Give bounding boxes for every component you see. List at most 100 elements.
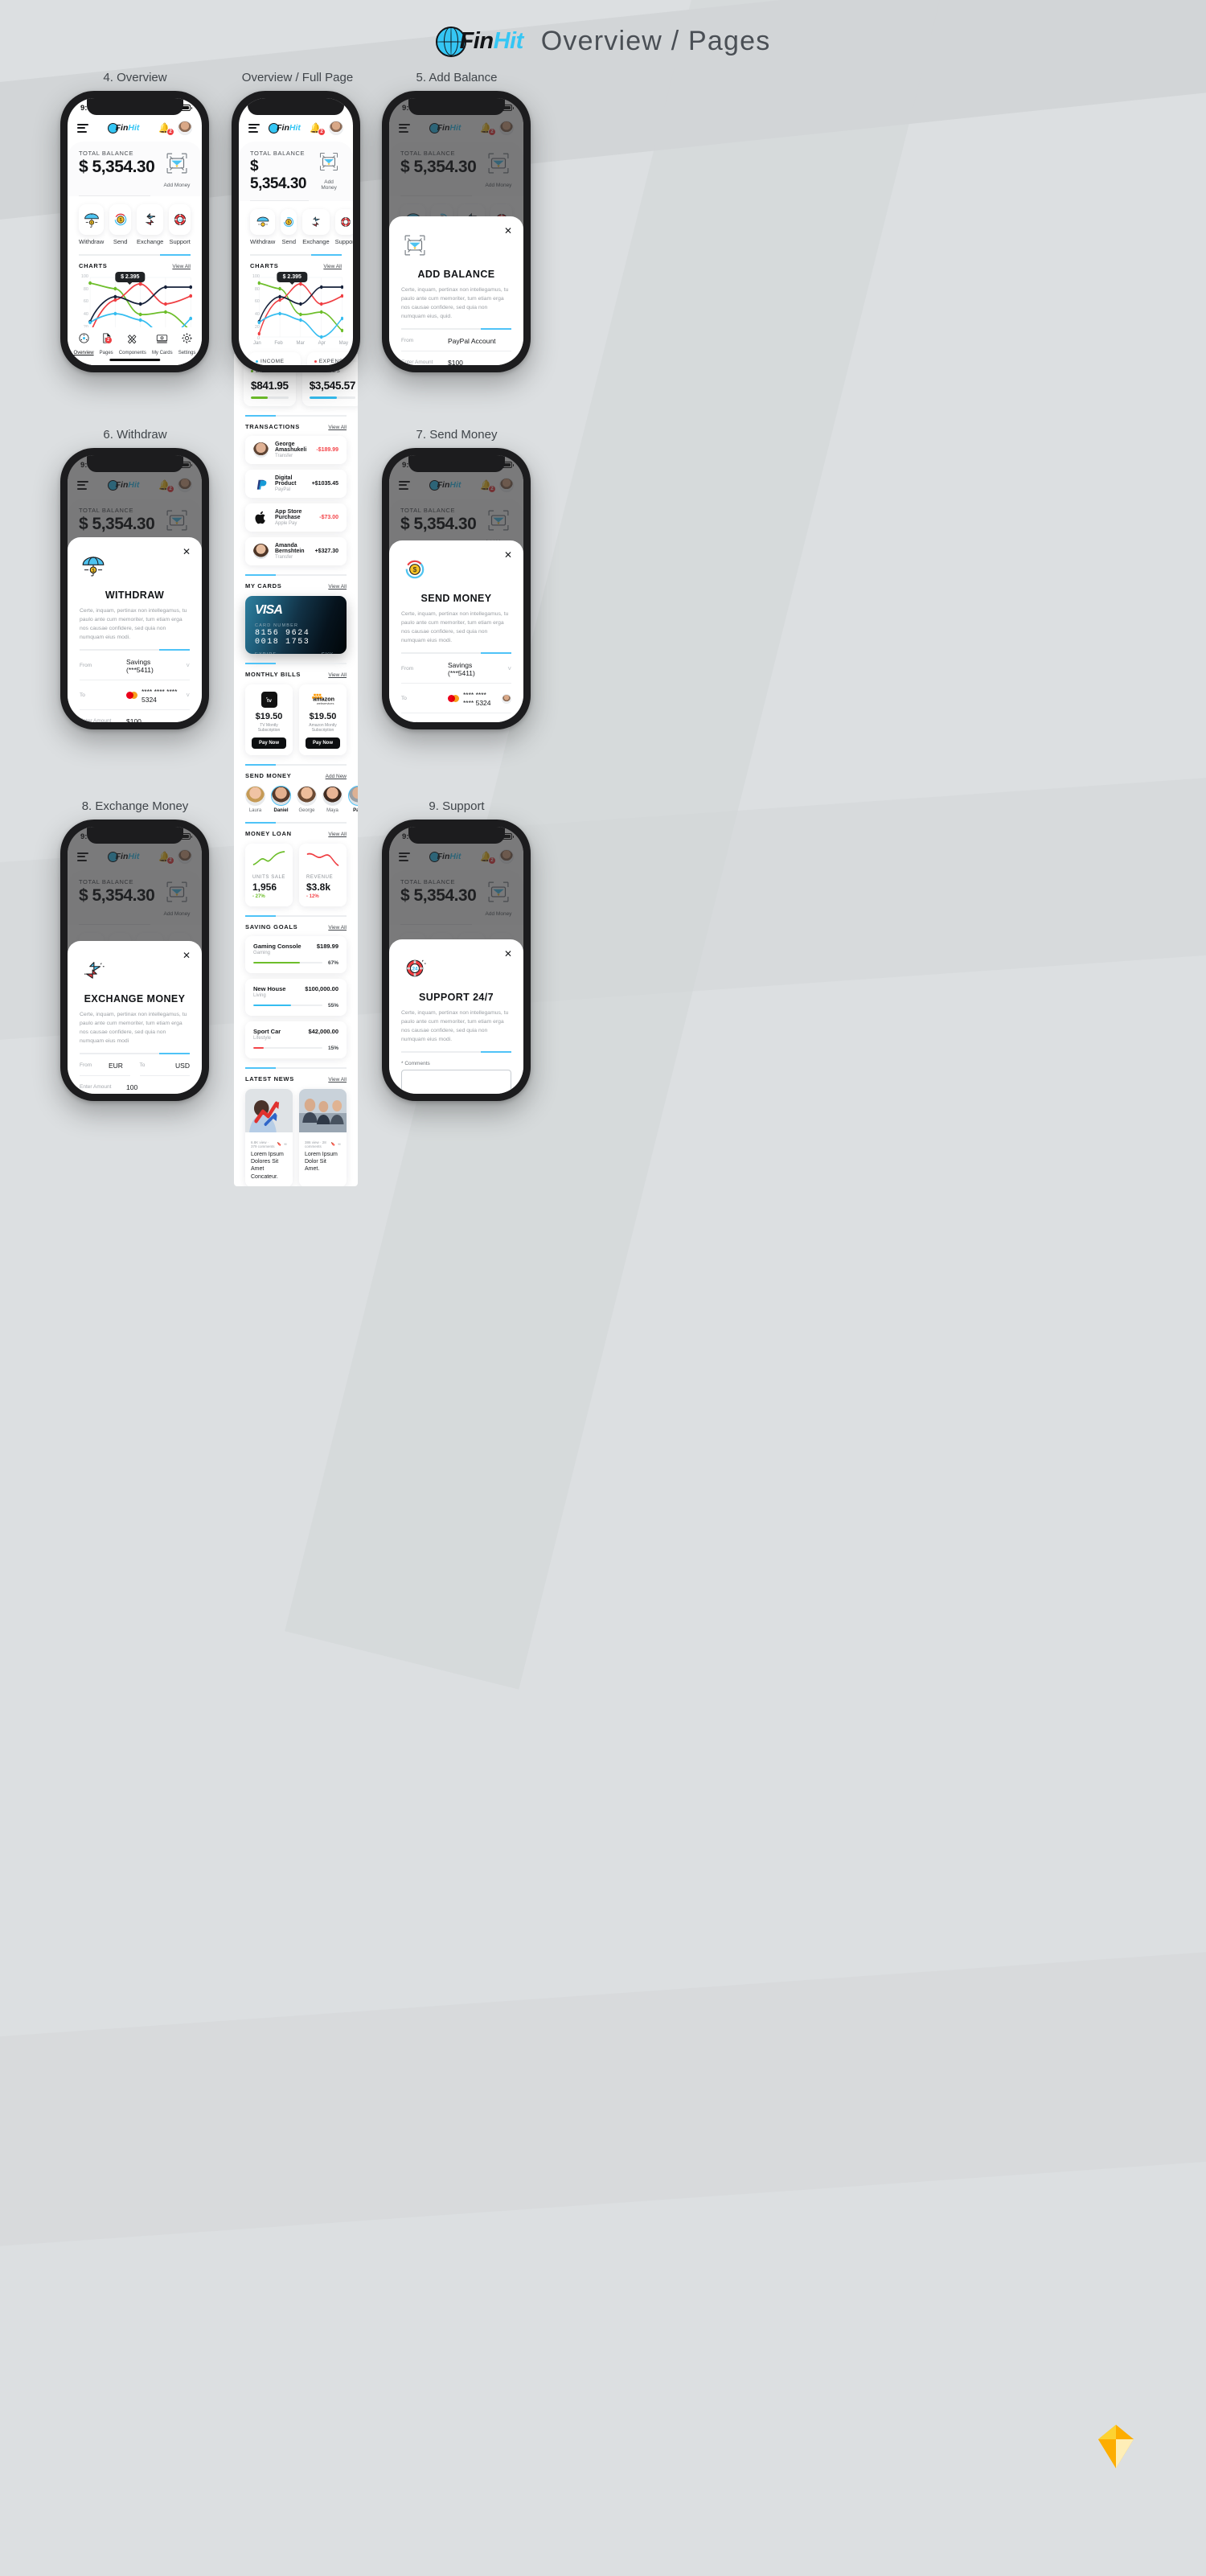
- bills-view-all-link[interactable]: View All: [328, 672, 347, 678]
- bookmark-icon[interactable]: 🔖: [277, 1142, 282, 1147]
- amount-field[interactable]: Enter Amount $100: [401, 351, 511, 365]
- home-indicator: [109, 359, 161, 361]
- quick-action-withdraw[interactable]: Withdraw: [250, 209, 276, 245]
- from-field[interactable]: From Savings (***5411) ˅: [401, 654, 511, 684]
- add-money-icon: [166, 153, 187, 174]
- list-item[interactable]: Sport Car Lifestyle $42,000.00 15%: [245, 1021, 347, 1058]
- notification-bell-icon[interactable]: 🔔 2: [310, 122, 326, 136]
- tx-amount: +$1035.45: [311, 480, 338, 487]
- chevron-down-icon[interactable]: ˅: [186, 662, 190, 669]
- close-icon[interactable]: ✕: [504, 949, 512, 959]
- section-rule: [250, 254, 342, 256]
- quick-action-support[interactable]: Support: [334, 209, 353, 245]
- add-money-button[interactable]: Add Money: [163, 150, 191, 188]
- mastercard-icon: [126, 692, 137, 700]
- share-icon[interactable]: ⇚: [338, 1142, 341, 1147]
- mycards-view-all-link[interactable]: View All: [328, 584, 347, 590]
- bill-card[interactable]: amazon webservices $19.50 Amazon Montly …: [299, 684, 347, 755]
- list-item[interactable]: Gaming Console Gaming $189.99 67%: [245, 935, 347, 973]
- avatar[interactable]: [177, 121, 192, 135]
- to-field[interactable]: To **** **** **** 5324 ˅: [80, 680, 190, 710]
- close-icon[interactable]: ✕: [183, 951, 191, 960]
- news-card[interactable]: 6.8K view · 379 comments 🔖 ⇚ Lorem Ipsum D…: [245, 1088, 293, 1186]
- chevron-down-icon[interactable]: ˅: [186, 692, 190, 699]
- nav-item-pages[interactable]: 2 Pages: [100, 332, 113, 355]
- stat-card-income[interactable]: INCOME $785.50: [248, 352, 301, 365]
- recipient-avatar[interactable]: [502, 693, 511, 704]
- notch: [248, 98, 344, 115]
- stat-card-expense[interactable]: EXPENSE $57.45: [306, 352, 353, 365]
- list-item[interactable]: Laura: [245, 785, 265, 813]
- avatar-woman-icon: [253, 543, 269, 559]
- to-value: **** **** **** 5324: [142, 687, 178, 704]
- to-currency-field[interactable]: To USD: [139, 1054, 190, 1076]
- credit-card[interactable]: VISA CARD NUMBER 8156 9624 0018 1753 EXP…: [245, 595, 347, 654]
- quick-action-support[interactable]: 24 Support: [169, 204, 191, 245]
- pay-now-button[interactable]: Pay Now: [252, 737, 286, 749]
- amount-field[interactable]: Enter Amount $100: [401, 713, 511, 722]
- table-row[interactable]: Digital Product PayPal +$1035.45: [245, 469, 347, 498]
- quick-action-exchange[interactable]: Exchange: [136, 204, 164, 245]
- list-item[interactable]: New House Living $100,000.00 55%: [245, 978, 347, 1016]
- charts-view-all-link[interactable]: View All: [323, 264, 342, 269]
- news-view-all-link[interactable]: View All: [328, 1077, 347, 1083]
- bill-card[interactable]: tv $19.50 TV Montly Subscription Pay Now: [245, 684, 293, 755]
- quick-action-withdraw[interactable]: $ Withdraw: [79, 204, 105, 245]
- loan-view-all-link[interactable]: View All: [328, 832, 347, 837]
- quick-action-exchange[interactable]: Exchange: [302, 209, 330, 245]
- phone-send-money: 9:41 FinHit 🔔2 TOTAL BALANCE$ 5,354.30 A…: [382, 448, 531, 729]
- close-icon[interactable]: ✕: [504, 226, 512, 236]
- avatar[interactable]: [328, 121, 343, 135]
- goals-view-all-link[interactable]: View All: [328, 925, 347, 931]
- to-field[interactable]: To **** **** **** 5324: [401, 684, 511, 713]
- quick-action-label: Send: [113, 238, 128, 245]
- table-row[interactable]: Amanda Bernshtein Transfer +$327.30: [245, 536, 347, 565]
- list-item[interactable]: Daniel: [271, 785, 291, 813]
- menu-icon[interactable]: [77, 123, 88, 133]
- notification-bell-icon[interactable]: 🔔 2: [158, 122, 174, 136]
- loan-card-units[interactable]: UNITS SALE 1,956 - 27%: [245, 843, 293, 906]
- pay-now-button[interactable]: Pay Now: [306, 737, 340, 749]
- lifebuoy-24-icon: [340, 217, 351, 227]
- quick-action-send[interactable]: $ Send: [109, 204, 131, 245]
- caption-withdraw: 6. Withdraw: [103, 428, 167, 442]
- menu-icon[interactable]: [248, 123, 260, 133]
- list-item[interactable]: Maya: [322, 785, 343, 813]
- bookmark-icon[interactable]: 🔖: [331, 1142, 336, 1147]
- notch: [408, 827, 505, 844]
- quick-action-send[interactable]: $ Send: [281, 209, 297, 245]
- transactions-view-all-link[interactable]: View All: [328, 425, 347, 430]
- amount-field[interactable]: Enter Amount $100: [80, 710, 190, 722]
- credit-card-area: VISA CARD NUMBER 8156 9624 0018 1753 EXP…: [234, 595, 358, 654]
- nav-label: Components: [118, 351, 146, 355]
- table-row[interactable]: App Store Purchase Apple Pay -$73.00: [245, 503, 347, 532]
- fullpage-scroll-content[interactable]: BILLS $841.95 SAVINGS $3,545.57 TRANSACT…: [234, 354, 358, 1186]
- modal-rule: [401, 652, 511, 654]
- from-field[interactable]: From PayPal Account: [401, 330, 511, 351]
- amount-field[interactable]: Enter Amount 100: [80, 1076, 190, 1094]
- nav-item-mycards[interactable]: My Cards: [152, 332, 173, 355]
- chart-x-axis: Jan Feb Mar Apr May: [239, 340, 353, 346]
- umbrella-coin-icon: $: [82, 557, 105, 577]
- chevron-down-icon[interactable]: ˅: [507, 665, 511, 672]
- comments-textarea[interactable]: [401, 1069, 511, 1094]
- notch: [408, 455, 505, 472]
- from-field[interactable]: From Savings (***5411) ˅: [80, 651, 190, 680]
- list-item[interactable]: Paul: [348, 785, 358, 813]
- y-tick: 40: [254, 312, 260, 318]
- charts-view-all-link[interactable]: View All: [172, 264, 191, 269]
- nav-item-settings[interactable]: Settings: [178, 332, 195, 355]
- loan-card-revenue[interactable]: REVENUE $3.8k - 12%: [299, 843, 347, 906]
- from-currency-field[interactable]: From EUR: [80, 1054, 130, 1076]
- sendmoney-addnew-link[interactable]: Add New: [326, 774, 347, 779]
- share-icon[interactable]: ⇚: [284, 1142, 287, 1147]
- close-icon[interactable]: ✕: [504, 550, 512, 560]
- table-row[interactable]: George Amashukeli Transfer -$189.99: [245, 435, 347, 464]
- nav-item-components[interactable]: Components: [119, 332, 146, 355]
- add-money-button[interactable]: Add Money: [316, 150, 342, 191]
- nav-item-overview[interactable]: Overview: [74, 332, 94, 355]
- close-icon[interactable]: ✕: [183, 547, 191, 557]
- news-card[interactable]: 386 view · 28 comments 🔖 ⇚ Lorem Ipsum Dol…: [299, 1088, 347, 1186]
- y-tick: 80: [83, 286, 88, 292]
- list-item[interactable]: George: [297, 785, 317, 813]
